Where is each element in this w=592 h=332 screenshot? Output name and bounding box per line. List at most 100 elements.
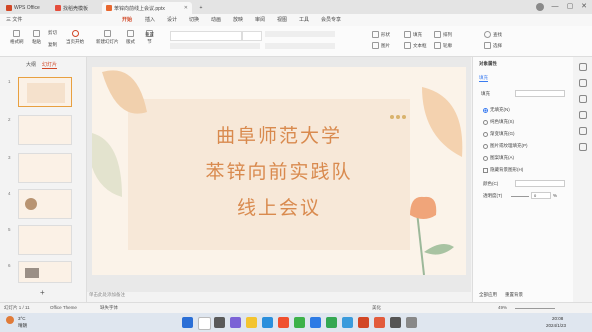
weather-icon[interactable] (6, 316, 14, 324)
menu-home[interactable]: 开始 (122, 16, 132, 23)
layout-button[interactable]: 版式 (126, 30, 135, 45)
menu-file[interactable]: 三 文件 (6, 16, 22, 23)
chrome-icon[interactable] (326, 317, 337, 328)
option-solid-fill[interactable]: 纯色填充(S) (483, 119, 514, 125)
menu-animation[interactable]: 动画 (211, 16, 221, 23)
picture-button[interactable]: 图片 (372, 42, 390, 49)
qq-icon[interactable] (342, 317, 353, 328)
edge-icon[interactable] (262, 317, 273, 328)
fill-section-header[interactable]: 填充 (481, 91, 490, 97)
slide-thumbnail-5[interactable] (18, 225, 72, 255)
settings-icon[interactable] (579, 63, 587, 71)
teams-icon[interactable] (230, 317, 241, 328)
copy-button[interactable]: 复制 (48, 42, 57, 48)
menu-transition[interactable]: 切换 (189, 16, 199, 23)
font-format-group[interactable] (170, 43, 260, 49)
font-family-select[interactable] (170, 31, 242, 41)
shape-button[interactable]: 形状 (372, 31, 390, 38)
slide-thumbnail-1[interactable] (18, 77, 72, 107)
tab-pptx-file[interactable]: 苯锌向前线上会议.pptx ✕ (102, 2, 192, 14)
store-icon[interactable] (278, 317, 289, 328)
color-select[interactable] (515, 180, 565, 187)
slide-thumbnail-6[interactable] (18, 261, 72, 283)
textbox-button[interactable]: 文本框 (404, 42, 427, 49)
format-painter-button[interactable]: 格式刷 (10, 30, 24, 45)
wechat-icon[interactable] (294, 317, 305, 328)
slide-thumbnail-4[interactable] (18, 189, 72, 219)
zoom-level[interactable]: 49% (498, 305, 507, 310)
arrange-button[interactable]: 排列 (434, 31, 452, 38)
help-icon[interactable] (579, 143, 587, 151)
font-size-select[interactable] (242, 31, 262, 41)
fill-button[interactable]: 填充 (404, 31, 422, 38)
app-icon[interactable] (406, 317, 417, 328)
file-explorer-icon[interactable] (246, 317, 257, 328)
menu-insert[interactable]: 插入 (145, 16, 155, 23)
ppt-icon[interactable] (374, 317, 385, 328)
terminal-icon[interactable] (390, 317, 401, 328)
style-icon[interactable] (579, 111, 587, 119)
minimize-button[interactable]: — (548, 2, 562, 12)
tab-slides[interactable]: 幻灯片 (42, 61, 58, 69)
option-gradient-fill[interactable]: 渐变填充(G) (483, 131, 515, 137)
wps-logo-icon (6, 5, 12, 11)
tab-outline[interactable]: 大纲 (26, 61, 36, 68)
menu-slideshow[interactable]: 放映 (233, 16, 243, 23)
option-no-fill[interactable]: 无填充(N) (483, 107, 510, 113)
reset-background-button[interactable]: 重置背景 (505, 292, 523, 298)
percent-sign: % (553, 193, 558, 198)
notes-area[interactable]: 单击此处添加备注 (87, 292, 471, 302)
animation-icon[interactable] (579, 95, 587, 103)
alignment-group[interactable] (265, 43, 335, 49)
menu-review[interactable]: 审阅 (255, 16, 265, 23)
maximize-button[interactable]: ▢ (563, 2, 577, 12)
zoom-slider[interactable] (515, 308, 555, 309)
menu-tools[interactable]: 工具 (299, 16, 309, 23)
current-slide[interactable]: 曲阜师范大学 苯锌向前实践队 线上会议 (92, 67, 466, 275)
app-icon[interactable] (310, 317, 321, 328)
tab-wps-office[interactable]: WPS Office (2, 2, 50, 14)
close-tab-icon[interactable]: ✕ (184, 5, 188, 11)
task-view-icon[interactable] (214, 317, 225, 328)
select-button[interactable]: 选择 (484, 42, 502, 49)
avatar[interactable] (536, 3, 544, 11)
slide-title-line-3[interactable]: 线上会议 (92, 193, 466, 220)
paragraph-group[interactable] (265, 31, 335, 37)
option-picture-fill[interactable]: 图片或纹理填充(P) (483, 143, 528, 149)
transparency-slider[interactable] (511, 196, 529, 197)
menu-design[interactable]: 设计 (167, 16, 177, 23)
slide-title-line-1[interactable]: 曲阜师范大学 (92, 121, 466, 148)
wps-icon[interactable] (358, 317, 369, 328)
transparency-input[interactable]: 0 (531, 192, 551, 199)
arrange-icon (434, 31, 441, 38)
find-button[interactable]: 查找 (484, 31, 502, 38)
slide-title-line-2[interactable]: 苯锌向前实践队 (92, 157, 466, 184)
cut-button[interactable]: 剪切 (48, 30, 57, 36)
menu-member[interactable]: 会员专享 (321, 16, 341, 23)
new-slide-button[interactable]: 新建幻灯片 (96, 30, 119, 45)
play-from-current-button[interactable]: 当页开始 (66, 30, 84, 45)
fill-type-select[interactable] (515, 90, 565, 97)
properties-icon[interactable] (579, 79, 587, 87)
close-button[interactable]: ✕ (577, 2, 591, 12)
reset-button[interactable]: 重置 (145, 32, 154, 38)
add-slide-button[interactable]: + (40, 288, 45, 297)
apply-all-button[interactable]: 全部应用 (479, 292, 497, 298)
outline-button[interactable]: 轮廓 (434, 42, 452, 49)
slide-thumbnail-2[interactable] (18, 115, 72, 145)
hide-background-checkbox[interactable]: 隐藏背景图形(H) (483, 167, 523, 173)
tab-fill[interactable]: 填充 (479, 75, 488, 82)
new-tab-button[interactable]: + (194, 2, 208, 14)
clock-time: 20:08 (552, 316, 564, 321)
start-icon[interactable] (182, 317, 193, 328)
tools-icon[interactable] (579, 127, 587, 135)
slide-thumbnail-3[interactable] (18, 153, 72, 183)
option-pattern-fill[interactable]: 图案填充(A) (483, 155, 514, 161)
theme-name[interactable]: Office Theme (50, 305, 77, 310)
menu-view[interactable]: 视图 (277, 16, 287, 23)
search-icon[interactable] (198, 317, 211, 330)
tab-template[interactable]: 找稻壳模板 (51, 2, 101, 14)
paste-button[interactable]: 粘贴 (32, 30, 41, 45)
missing-font-indicator[interactable]: 缺失字体 (100, 305, 118, 311)
beautify-button[interactable]: 美化 (372, 305, 381, 311)
